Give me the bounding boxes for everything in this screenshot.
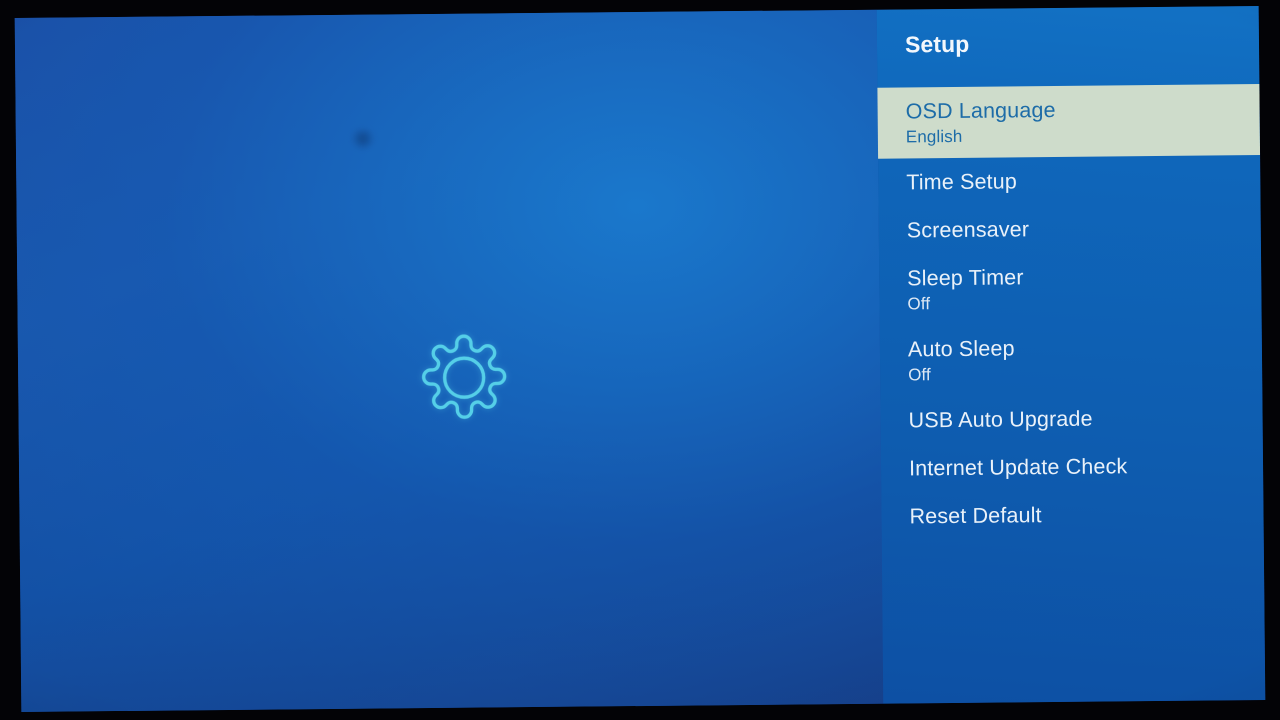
menu-item-osd-language[interactable]: OSD Language English (877, 84, 1261, 159)
setup-menu-pane: Setup OSD Language English Time Setup Sc… (876, 6, 1266, 704)
photographed-screen-frame: Setup OSD Language English Time Setup Sc… (0, 0, 1280, 720)
menu-item-usb-auto-upgrade[interactable]: USB Auto Upgrade (880, 393, 1262, 445)
menu-item-label: Auto Sleep (907, 336, 1015, 362)
menu-item-reset-default[interactable]: Reset Default (881, 489, 1263, 541)
menu-item-sleep-timer[interactable]: Sleep Timer Off (879, 251, 1262, 326)
menu-item-label: Screensaver (906, 217, 1030, 243)
menu-item-label: Time Setup (906, 169, 1018, 195)
tv-screen-surface: Setup OSD Language English Time Setup Sc… (14, 6, 1266, 712)
menu-item-label: Internet Update Check (908, 454, 1128, 481)
menu-item-screensaver[interactable]: Screensaver (879, 203, 1261, 255)
menu-item-label: Reset Default (909, 503, 1042, 529)
screen-blemish (351, 128, 374, 149)
setup-hero-pane (14, 9, 884, 712)
menu-item-value: Off (908, 365, 931, 385)
menu-item-label: Sleep Timer (907, 265, 1024, 291)
menu-item-label: USB Auto Upgrade (908, 406, 1093, 433)
gear-icon (400, 313, 529, 442)
setup-menu-list: OSD Language English Time Setup Screensa… (877, 84, 1263, 541)
menu-item-internet-update-check[interactable]: Internet Update Check (881, 441, 1263, 493)
menu-item-auto-sleep[interactable]: Auto Sleep Off (880, 322, 1263, 397)
menu-item-label: OSD Language (905, 97, 1056, 124)
page-title: Setup (904, 30, 970, 58)
menu-item-value: Off (907, 294, 931, 314)
menu-item-time-setup[interactable]: Time Setup (878, 155, 1260, 207)
menu-item-value: English (905, 126, 963, 147)
